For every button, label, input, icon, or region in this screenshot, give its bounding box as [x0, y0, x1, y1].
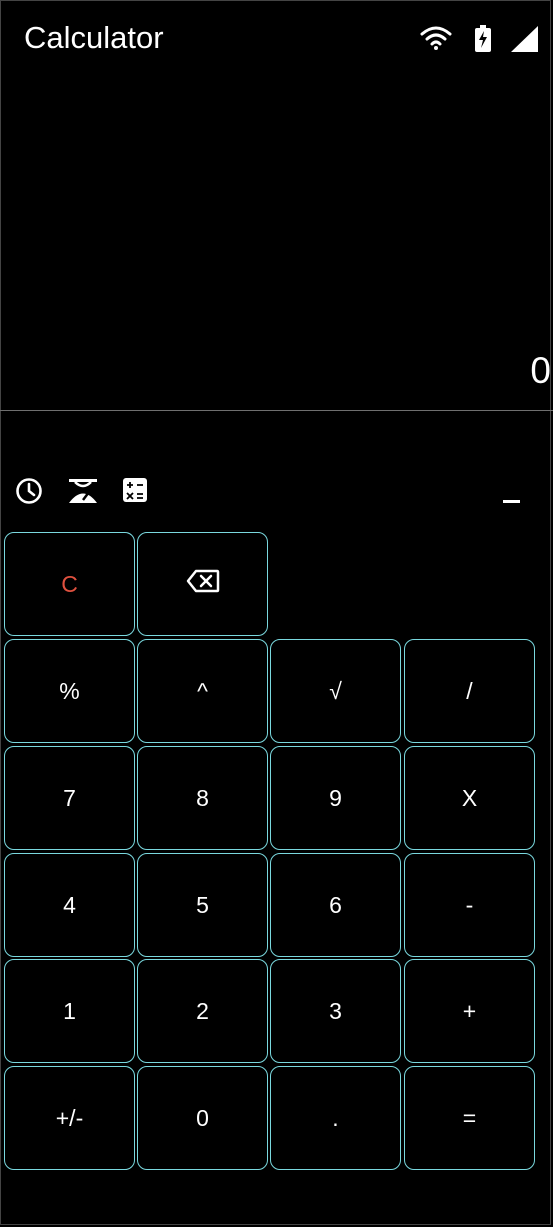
- clear-button[interactable]: C: [4, 532, 135, 636]
- minus-button[interactable]: -: [404, 853, 535, 957]
- divide-button[interactable]: /: [404, 639, 535, 743]
- display-divider: [0, 410, 553, 411]
- multiply-button[interactable]: X: [404, 746, 535, 850]
- battery-charging-icon: [474, 25, 492, 58]
- four-button[interactable]: 4: [4, 853, 135, 957]
- history-icon[interactable]: [14, 476, 44, 511]
- wifi-icon: [420, 26, 452, 55]
- sign-toggle-button[interactable]: +/-: [4, 1066, 135, 1170]
- backspace-icon: [186, 569, 220, 599]
- app-header: Calculator: [0, 0, 553, 78]
- calculator-mode-icon[interactable]: [121, 476, 149, 509]
- five-button[interactable]: 5: [137, 853, 268, 957]
- unit-converter-icon[interactable]: [67, 476, 99, 511]
- cell-signal-icon: [511, 26, 539, 57]
- percent-button[interactable]: %: [4, 639, 135, 743]
- two-button[interactable]: 2: [137, 959, 268, 1063]
- equals-button[interactable]: =: [404, 1066, 535, 1170]
- sqrt-button[interactable]: √: [270, 639, 401, 743]
- six-button[interactable]: 6: [270, 853, 401, 957]
- eight-button[interactable]: 8: [137, 746, 268, 850]
- one-button[interactable]: 1: [4, 959, 135, 1063]
- collapse-icon[interactable]: [503, 500, 520, 503]
- seven-button[interactable]: 7: [4, 746, 135, 850]
- power-button[interactable]: ^: [137, 639, 268, 743]
- display-value: 0: [530, 350, 551, 391]
- nine-button[interactable]: 9: [270, 746, 401, 850]
- backspace-button[interactable]: [137, 532, 268, 636]
- plus-button[interactable]: +: [404, 959, 535, 1063]
- three-button[interactable]: 3: [270, 959, 401, 1063]
- app-title: Calculator: [24, 20, 164, 55]
- zero-button[interactable]: 0: [137, 1066, 268, 1170]
- result-display: 0: [0, 78, 553, 410]
- decimal-button[interactable]: .: [270, 1066, 401, 1170]
